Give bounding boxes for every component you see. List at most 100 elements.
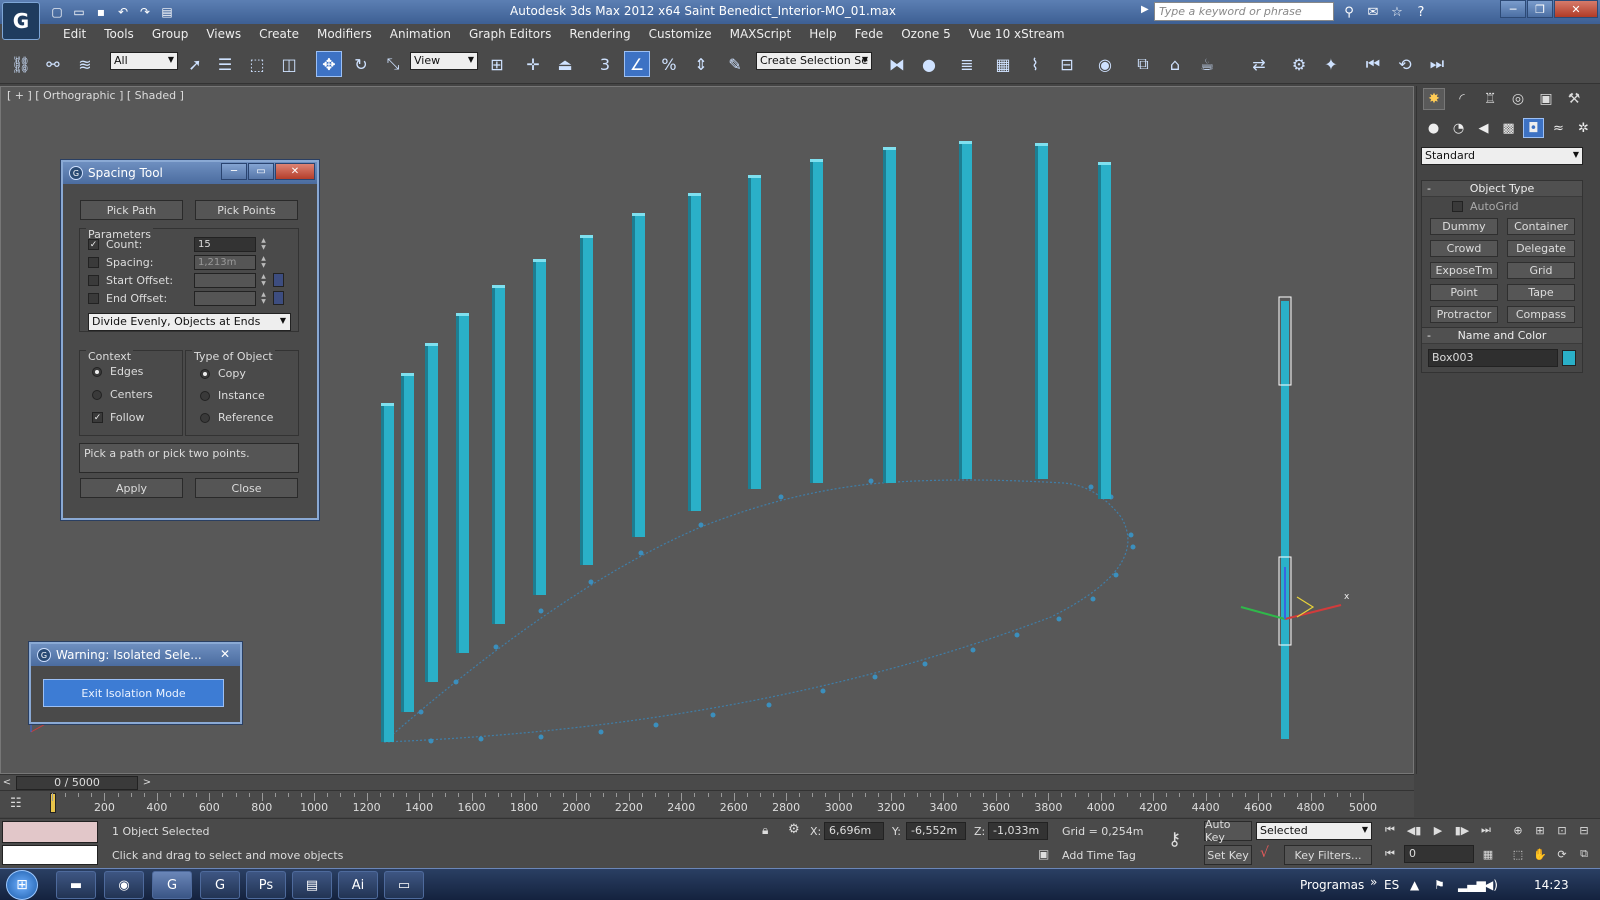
- play-icon[interactable]: ▶: [1428, 821, 1448, 839]
- time-configuration-icon[interactable]: ▦: [1478, 845, 1498, 863]
- spacing-input[interactable]: 1,213m: [194, 255, 256, 270]
- hierarchy-tab-icon[interactable]: ♖: [1479, 88, 1501, 110]
- rectangular-selection-icon[interactable]: ⬚: [244, 51, 270, 77]
- menu-customize[interactable]: Customize: [640, 27, 721, 41]
- warning-titlebar[interactable]: G Warning: Isolated Sele... ✕: [31, 644, 240, 666]
- type-reference-radio[interactable]: [200, 412, 210, 423]
- z-coordinate-input[interactable]: -1,033m: [988, 822, 1048, 840]
- curve-editor-icon[interactable]: ⌇: [1022, 51, 1048, 77]
- menu-help[interactable]: Help: [800, 27, 845, 41]
- helper-container-button[interactable]: Container: [1507, 218, 1575, 235]
- menu-maxscript[interactable]: MAXScript: [721, 27, 801, 41]
- helper-point-button[interactable]: Point: [1430, 284, 1498, 301]
- language-indicator[interactable]: ES: [1384, 878, 1399, 892]
- pick-path-button[interactable]: Pick Path: [80, 200, 183, 220]
- selection-filter-select[interactable]: All: [110, 52, 178, 70]
- link-icon[interactable]: ⛓: [8, 51, 34, 77]
- show-hidden-icons-icon[interactable]: ▲: [1410, 878, 1419, 892]
- type-instance-option[interactable]: Instance: [200, 389, 265, 402]
- y-coordinate-input[interactable]: -6,552m: [906, 822, 966, 840]
- spacing-checkbox[interactable]: [88, 257, 99, 268]
- zoom-extents-all-icon[interactable]: ⊟: [1574, 821, 1594, 839]
- communication-center-icon[interactable]: ✉: [1364, 3, 1382, 21]
- x-coordinate-input[interactable]: 6,696m: [824, 822, 884, 840]
- object-color-swatch[interactable]: [1562, 350, 1576, 366]
- help-icon[interactable]: ?: [1412, 3, 1430, 21]
- menu-views[interactable]: Views: [197, 27, 250, 41]
- reference-coordinate-select[interactable]: View: [410, 52, 478, 70]
- menu-group[interactable]: Group: [143, 27, 198, 41]
- lights-icon[interactable]: ◀: [1473, 118, 1494, 138]
- save-icon[interactable]: ▪: [92, 3, 110, 21]
- key-filters-button[interactable]: Key Filters...: [1284, 845, 1372, 865]
- helper-exposetm-button[interactable]: ExposeTm: [1430, 262, 1498, 279]
- field-of-view-icon[interactable]: ⬚: [1508, 845, 1528, 863]
- end-offset-spinner[interactable]: ▲ ▼: [259, 291, 268, 306]
- type-copy-radio[interactable]: [200, 368, 210, 379]
- minimize-button[interactable]: ─: [1500, 0, 1526, 18]
- goto-start-icon[interactable]: ⏮: [1380, 821, 1400, 839]
- edit-named-selection-icon[interactable]: ✎: [722, 51, 748, 77]
- geometry-icon[interactable]: ●: [1423, 118, 1444, 138]
- next-frame-arrow-icon[interactable]: >: [140, 775, 154, 791]
- maxscript-listener-pink[interactable]: [2, 821, 98, 843]
- selection-lock-icon[interactable]: 🔒︎: [762, 823, 768, 838]
- window-icon[interactable]: ▭: [384, 871, 424, 899]
- start-offset-checkbox[interactable]: [88, 275, 99, 286]
- helpers-icon[interactable]: ◘: [1523, 118, 1544, 138]
- pan-view-icon[interactable]: ✋: [1530, 845, 1550, 863]
- space-warps-icon[interactable]: ≈: [1548, 118, 1569, 138]
- spacing-spinner[interactable]: ▲ ▼: [259, 255, 268, 270]
- spacing-tool-titlebar[interactable]: G Spacing Tool ─ ▭ ✕: [63, 162, 317, 184]
- align-icon[interactable]: ●: [916, 51, 942, 77]
- volume-icon[interactable]: ◀): [1484, 878, 1498, 892]
- current-frame-marker[interactable]: [50, 793, 56, 813]
- maximize-viewport-icon[interactable]: ⧉: [1574, 845, 1594, 863]
- context-centers-radio[interactable]: [92, 389, 102, 400]
- category-dropdown[interactable]: Standard: [1421, 147, 1583, 165]
- menu-vue-10-xstream[interactable]: Vue 10 xStream: [960, 27, 1074, 41]
- plugin-tool-c-icon[interactable]: ✦: [1318, 51, 1344, 77]
- percent-snap-icon[interactable]: %: [656, 51, 682, 77]
- add-time-tag[interactable]: Add Time Tag: [1062, 849, 1136, 862]
- context-edges-radio[interactable]: [92, 366, 102, 377]
- select-object-icon[interactable]: ➚: [182, 51, 208, 77]
- end-offset-lock-icon[interactable]: [273, 291, 284, 305]
- count-input[interactable]: 15: [194, 237, 256, 252]
- redo-icon[interactable]: ↷: [136, 3, 154, 21]
- dialog-minimize-button[interactable]: ─: [221, 163, 247, 180]
- start-offset-lock-icon[interactable]: [273, 273, 284, 287]
- material-editor-icon[interactable]: ◉: [1092, 51, 1118, 77]
- start-offset-input[interactable]: [194, 273, 256, 288]
- cameras-icon[interactable]: ▩: [1498, 118, 1519, 138]
- angle-snap-icon[interactable]: ∠: [624, 51, 650, 77]
- context-edges-option[interactable]: Edges: [92, 365, 143, 378]
- start-button-icon[interactable]: ⊞: [6, 870, 38, 900]
- snaps-toggle-icon[interactable]: 3: [592, 51, 618, 77]
- time-slider-thumb[interactable]: 0 / 5000: [16, 776, 138, 790]
- new-file-icon[interactable]: ▢: [48, 3, 66, 21]
- mini-curve-editor-icon[interactable]: ☷: [10, 796, 32, 812]
- helper-delegate-button[interactable]: Delegate: [1507, 240, 1575, 257]
- type-reference-option[interactable]: Reference: [200, 411, 273, 424]
- menu-modifiers[interactable]: Modifiers: [308, 27, 381, 41]
- named-selection-set-select[interactable]: Create Selection Se: [756, 52, 872, 70]
- undo-icon[interactable]: ↶: [114, 3, 132, 21]
- object-name-input[interactable]: Box003: [1428, 349, 1558, 367]
- context-centers-option[interactable]: Centers: [92, 388, 153, 401]
- keyboard-shortcut-override-icon[interactable]: ⏏: [552, 51, 578, 77]
- pivot-center-icon[interactable]: ⊞: [484, 51, 510, 77]
- orbit-icon[interactable]: ⟳: [1552, 845, 1572, 863]
- mirror-icon[interactable]: ⧓: [884, 51, 910, 77]
- illustrator-icon[interactable]: Ai: [338, 871, 378, 899]
- menu-edit[interactable]: Edit: [54, 27, 95, 41]
- notepad-icon[interactable]: ▤: [292, 871, 332, 899]
- create-tab-icon[interactable]: ✸: [1423, 88, 1445, 110]
- project-folder-icon[interactable]: ▤: [158, 3, 176, 21]
- menu-tools[interactable]: Tools: [95, 27, 143, 41]
- autogrid-checkbox[interactable]: [1452, 200, 1463, 212]
- schematic-view-icon[interactable]: ⊟: [1054, 51, 1080, 77]
- helper-compass-button[interactable]: Compass: [1507, 306, 1575, 323]
- pick-points-button[interactable]: Pick Points: [195, 200, 298, 220]
- exit-isolation-mode-button[interactable]: Exit Isolation Mode: [43, 679, 224, 707]
